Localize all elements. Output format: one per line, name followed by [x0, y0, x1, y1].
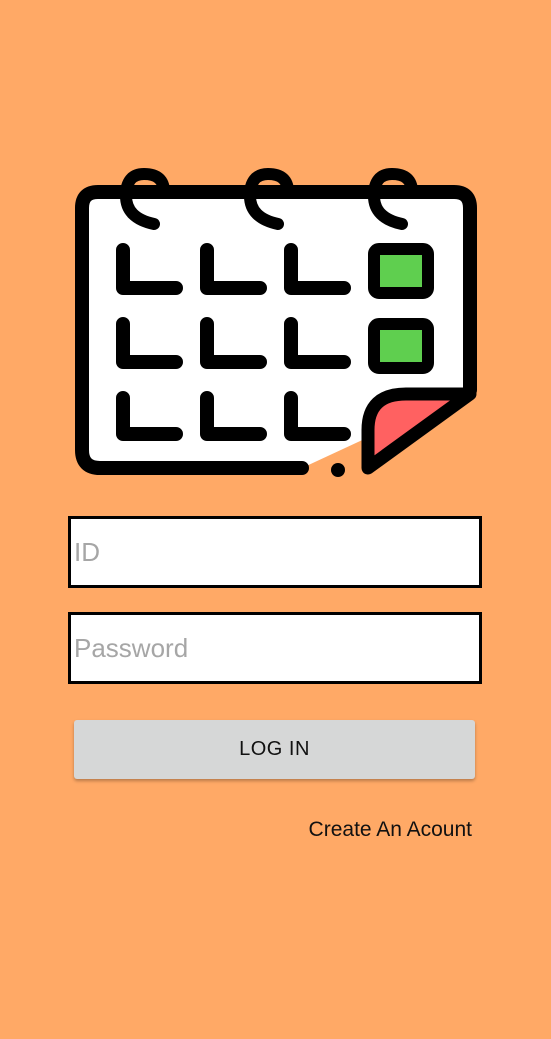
password-input[interactable]: [71, 615, 479, 681]
password-field[interactable]: [68, 612, 482, 684]
page-curl-icon: [361, 387, 477, 475]
id-field[interactable]: [68, 516, 482, 588]
create-account-link[interactable]: Create An Acount: [309, 818, 472, 842]
id-input[interactable]: [71, 519, 479, 585]
calendar-icon: [75, 167, 477, 477]
login-button[interactable]: LOG IN: [74, 720, 475, 779]
